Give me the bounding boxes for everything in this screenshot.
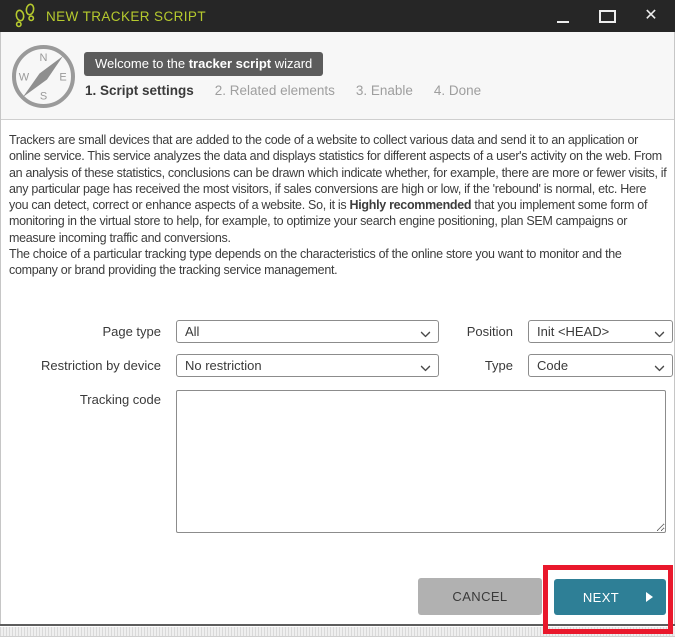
description-paragraph-1: Trackers are small devices that are adde… bbox=[9, 132, 667, 246]
window-title: NEW TRACKER SCRIPT bbox=[46, 9, 206, 24]
chevron-down-icon bbox=[421, 362, 429, 370]
chevron-down-icon bbox=[421, 328, 429, 336]
welcome-text-post: wizard bbox=[271, 56, 312, 71]
type-select[interactable]: Code bbox=[528, 354, 673, 377]
svg-text:N: N bbox=[40, 52, 48, 64]
type-label: Type bbox=[439, 358, 521, 373]
tracker-script-dialog: NEW TRACKER SCRIPT ✕ N E S W Welcome to … bbox=[0, 0, 675, 640]
restriction-value: No restriction bbox=[185, 358, 262, 373]
welcome-badge: Welcome to the tracker script wizard bbox=[84, 52, 323, 76]
cancel-button[interactable]: CANCEL bbox=[418, 578, 542, 615]
minimize-button[interactable] bbox=[553, 0, 573, 32]
next-button-label: NEXT bbox=[583, 590, 619, 605]
chevron-down-icon bbox=[655, 328, 663, 336]
form-row-2: Restriction by device No restriction Typ… bbox=[1, 354, 673, 377]
window-body: N E S W Welcome to the tracker script wi… bbox=[0, 32, 675, 625]
position-value: Init <HEAD> bbox=[537, 324, 609, 339]
step-script-settings[interactable]: 1. Script settings bbox=[85, 83, 194, 98]
footprints-icon bbox=[13, 3, 37, 29]
close-button[interactable]: ✕ bbox=[641, 0, 661, 32]
compass-icon: N E S W bbox=[10, 43, 77, 110]
restriction-select[interactable]: No restriction bbox=[176, 354, 439, 377]
form-row-1: Page type All Position Init <HEAD> bbox=[1, 320, 673, 343]
step-done[interactable]: 4. Done bbox=[434, 83, 481, 98]
page-type-value: All bbox=[185, 324, 199, 339]
step-related-elements[interactable]: 2. Related elements bbox=[215, 83, 335, 98]
page-type-label: Page type bbox=[1, 324, 169, 339]
window-controls: ✕ bbox=[553, 0, 661, 32]
title-bar: NEW TRACKER SCRIPT ✕ bbox=[0, 0, 675, 32]
tracking-code-input[interactable] bbox=[176, 390, 666, 533]
svg-text:E: E bbox=[59, 72, 66, 84]
taskbar-strip bbox=[0, 627, 675, 637]
next-button[interactable]: NEXT bbox=[554, 579, 666, 615]
page-type-select[interactable]: All bbox=[176, 320, 439, 343]
svg-text:W: W bbox=[19, 72, 30, 84]
welcome-text-pre: Welcome to the bbox=[95, 56, 189, 71]
svg-text:S: S bbox=[40, 91, 47, 103]
welcome-text-bold: tracker script bbox=[189, 56, 271, 71]
window-bottom-border bbox=[0, 624, 675, 626]
tracking-code-label: Tracking code bbox=[1, 392, 169, 407]
wizard-header: N E S W Welcome to the tracker script wi… bbox=[1, 32, 674, 120]
close-icon: ✕ bbox=[644, 8, 657, 24]
description-p1-bold: Highly recommended bbox=[350, 198, 472, 212]
description-paragraph-2: The choice of a particular tracking type… bbox=[9, 246, 667, 279]
maximize-icon bbox=[599, 10, 616, 23]
maximize-button[interactable] bbox=[597, 0, 617, 32]
position-label: Position bbox=[439, 324, 521, 339]
minimize-icon bbox=[557, 21, 569, 23]
chevron-down-icon bbox=[655, 362, 663, 370]
arrow-right-icon bbox=[646, 592, 653, 602]
description-text: Trackers are small devices that are adde… bbox=[9, 132, 667, 279]
position-select[interactable]: Init <HEAD> bbox=[528, 320, 673, 343]
restriction-label: Restriction by device bbox=[1, 358, 169, 373]
step-enable[interactable]: 3. Enable bbox=[356, 83, 413, 98]
wizard-steps: 1. Script settings 2. Related elements 3… bbox=[85, 83, 481, 98]
type-value: Code bbox=[537, 358, 568, 373]
